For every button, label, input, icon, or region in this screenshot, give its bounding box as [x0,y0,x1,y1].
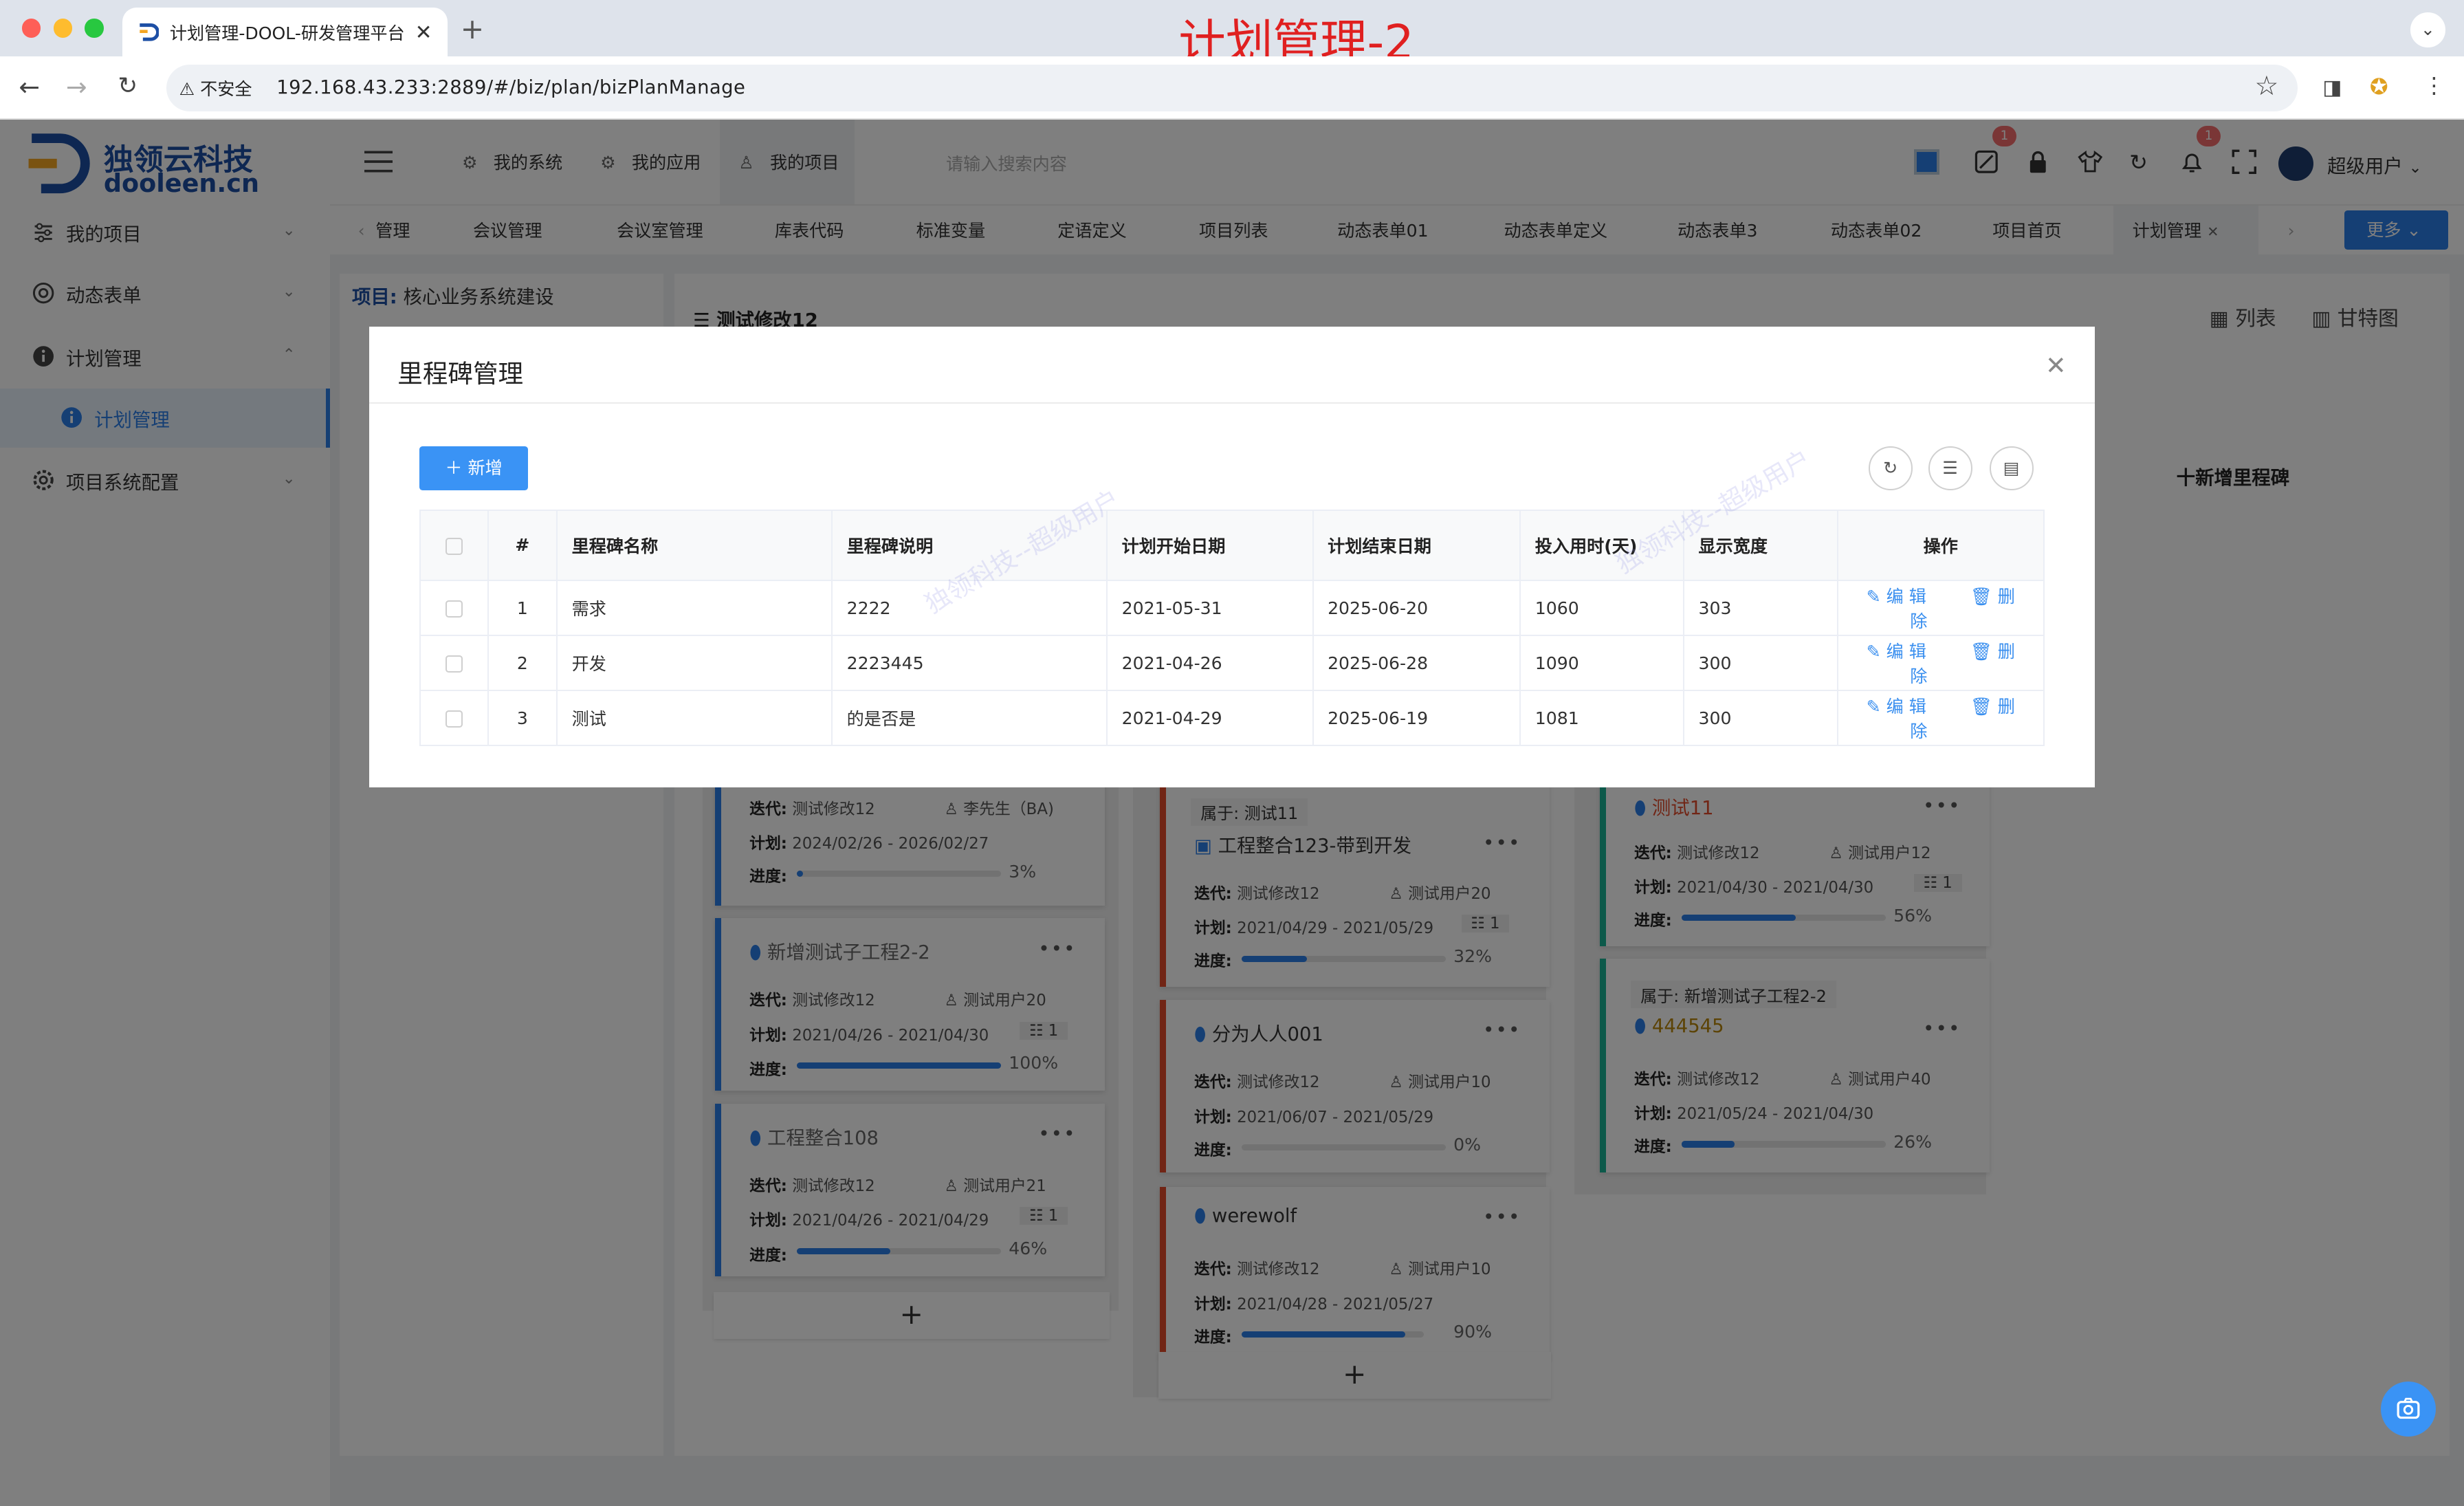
column-header[interactable]: 投入用时(天) [1519,509,1684,582]
browser-tab[interactable]: 计划管理-DOOL-研发管理平台 ✕ [122,8,448,57]
cell-start: 2021-05-31 [1106,580,1314,637]
cell-name: 需求 [556,580,833,637]
edit-button[interactable]: ✎ 编 辑 [1867,697,1948,717]
cell-width: 300 [1682,690,1838,747]
column-header[interactable]: 计划开始日期 [1106,509,1314,582]
column-header: 操作 [1836,509,2045,582]
cell-desc: 2223445 [831,635,1108,692]
cell-days: 1060 [1519,580,1684,637]
bookmark-star-icon[interactable]: ☆ [2254,71,2278,102]
url-text: 192.168.43.233:2889/#/biz/plan/bizPlanMa… [276,76,746,98]
cell-days: 1090 [1519,635,1684,692]
filter-settings-icon[interactable]: ☰ [1928,446,1972,491]
table-header: # 里程碑名称 里程碑说明 计划开始日期 计划结束日期 投入用时(天) 显示宽度… [419,509,2045,582]
cell-end: 2025-06-20 [1312,580,1521,637]
sidebar-toggle-icon[interactable]: ◨ [2322,76,2342,100]
cell-end: 2025-06-19 [1312,690,1521,747]
edit-button[interactable]: ✎ 编 辑 [1867,642,1948,662]
screenshot-camera-button[interactable] [2380,1382,2436,1437]
minimize-window-icon[interactable] [53,19,73,38]
extension-icon[interactable]: ✪ [2370,74,2388,100]
close-window-icon[interactable] [21,19,41,38]
row-checkbox[interactable] [445,710,463,728]
refresh-icon[interactable]: ↻ [1868,446,1913,491]
tab-close-icon[interactable]: ✕ [415,21,432,45]
column-header[interactable]: 里程碑名称 [556,509,833,582]
browser-tab-strip: 计划管理-DOOL-研发管理平台 ✕ + 计划管理-2 ⌄ [0,0,2464,70]
cell-desc: 2222 [831,580,1108,637]
cell-start: 2021-04-29 [1106,690,1314,747]
row-checkbox[interactable] [445,600,463,618]
column-header: # [487,509,558,582]
browser-tab-title: 计划管理-DOOL-研发管理平台 [169,23,405,43]
cell-index: 3 [487,690,558,747]
dialog-title: 里程碑管理 [397,359,524,389]
cell-start: 2021-04-26 [1106,635,1314,692]
cell-width: 300 [1682,635,1838,692]
table-row: 2 开发 2223445 2021-04-26 2025-06-28 1090 … [419,635,2045,692]
address-bar-row: ← → ↻ ⚠ 不安全 192.168.43.233:2889/#/biz/pl… [0,56,2464,120]
new-tab-icon[interactable]: + [461,12,484,45]
insecure-badge[interactable]: ⚠ 不安全 [179,76,252,100]
cell-end: 2025-06-28 [1312,635,1521,692]
camera-icon [2397,1397,2420,1419]
browser-menu-icon[interactable]: ⋮ [2423,72,2445,98]
cell-desc: 的是否是 [831,690,1108,747]
back-icon[interactable]: ← [19,72,40,102]
edit-button[interactable]: ✎ 编 辑 [1867,587,1948,607]
column-header[interactable]: 里程碑说明 [831,509,1108,582]
tab-list-icon[interactable]: ⌄ [2410,12,2445,47]
maximize-window-icon[interactable] [85,19,104,38]
url-field[interactable]: ⚠ 不安全 192.168.43.233:2889/#/biz/plan/biz… [166,64,2298,112]
milestone-table: # 里程碑名称 里程碑说明 计划开始日期 计划结束日期 投入用时(天) 显示宽度… [419,509,2045,747]
select-all-checkbox[interactable] [445,537,463,556]
column-settings-icon[interactable]: ▤ [1989,446,2034,491]
table-row: 1 需求 2222 2021-05-31 2025-06-20 1060 303… [419,580,2045,637]
plus-icon: ＋ [445,458,463,479]
table-row: 3 测试 的是否是 2021-04-29 2025-06-19 1081 300… [419,690,2045,747]
reload-icon[interactable]: ↻ [118,72,138,100]
row-checkbox[interactable] [445,655,463,673]
column-header[interactable]: 计划结束日期 [1312,509,1521,582]
add-button[interactable]: ＋ 新增 [419,446,528,491]
cell-width: 303 [1682,580,1838,637]
cell-index: 1 [487,580,558,637]
forward-icon[interactable]: → [66,72,87,102]
favicon-icon [140,23,159,41]
cell-days: 1081 [1519,690,1684,747]
cell-index: 2 [487,635,558,692]
dialog-divider [369,402,2095,404]
milestone-dialog: 里程碑管理 ✕ ＋ 新增 ↻ ☰ ▤ # 里程碑名称 里程碑说明 计划开始日期 … [369,327,2095,788]
close-icon[interactable]: ✕ [2045,351,2067,380]
column-header[interactable]: 显示宽度 [1682,509,1838,582]
cell-name: 开发 [556,635,833,692]
cell-name: 测试 [556,690,833,747]
